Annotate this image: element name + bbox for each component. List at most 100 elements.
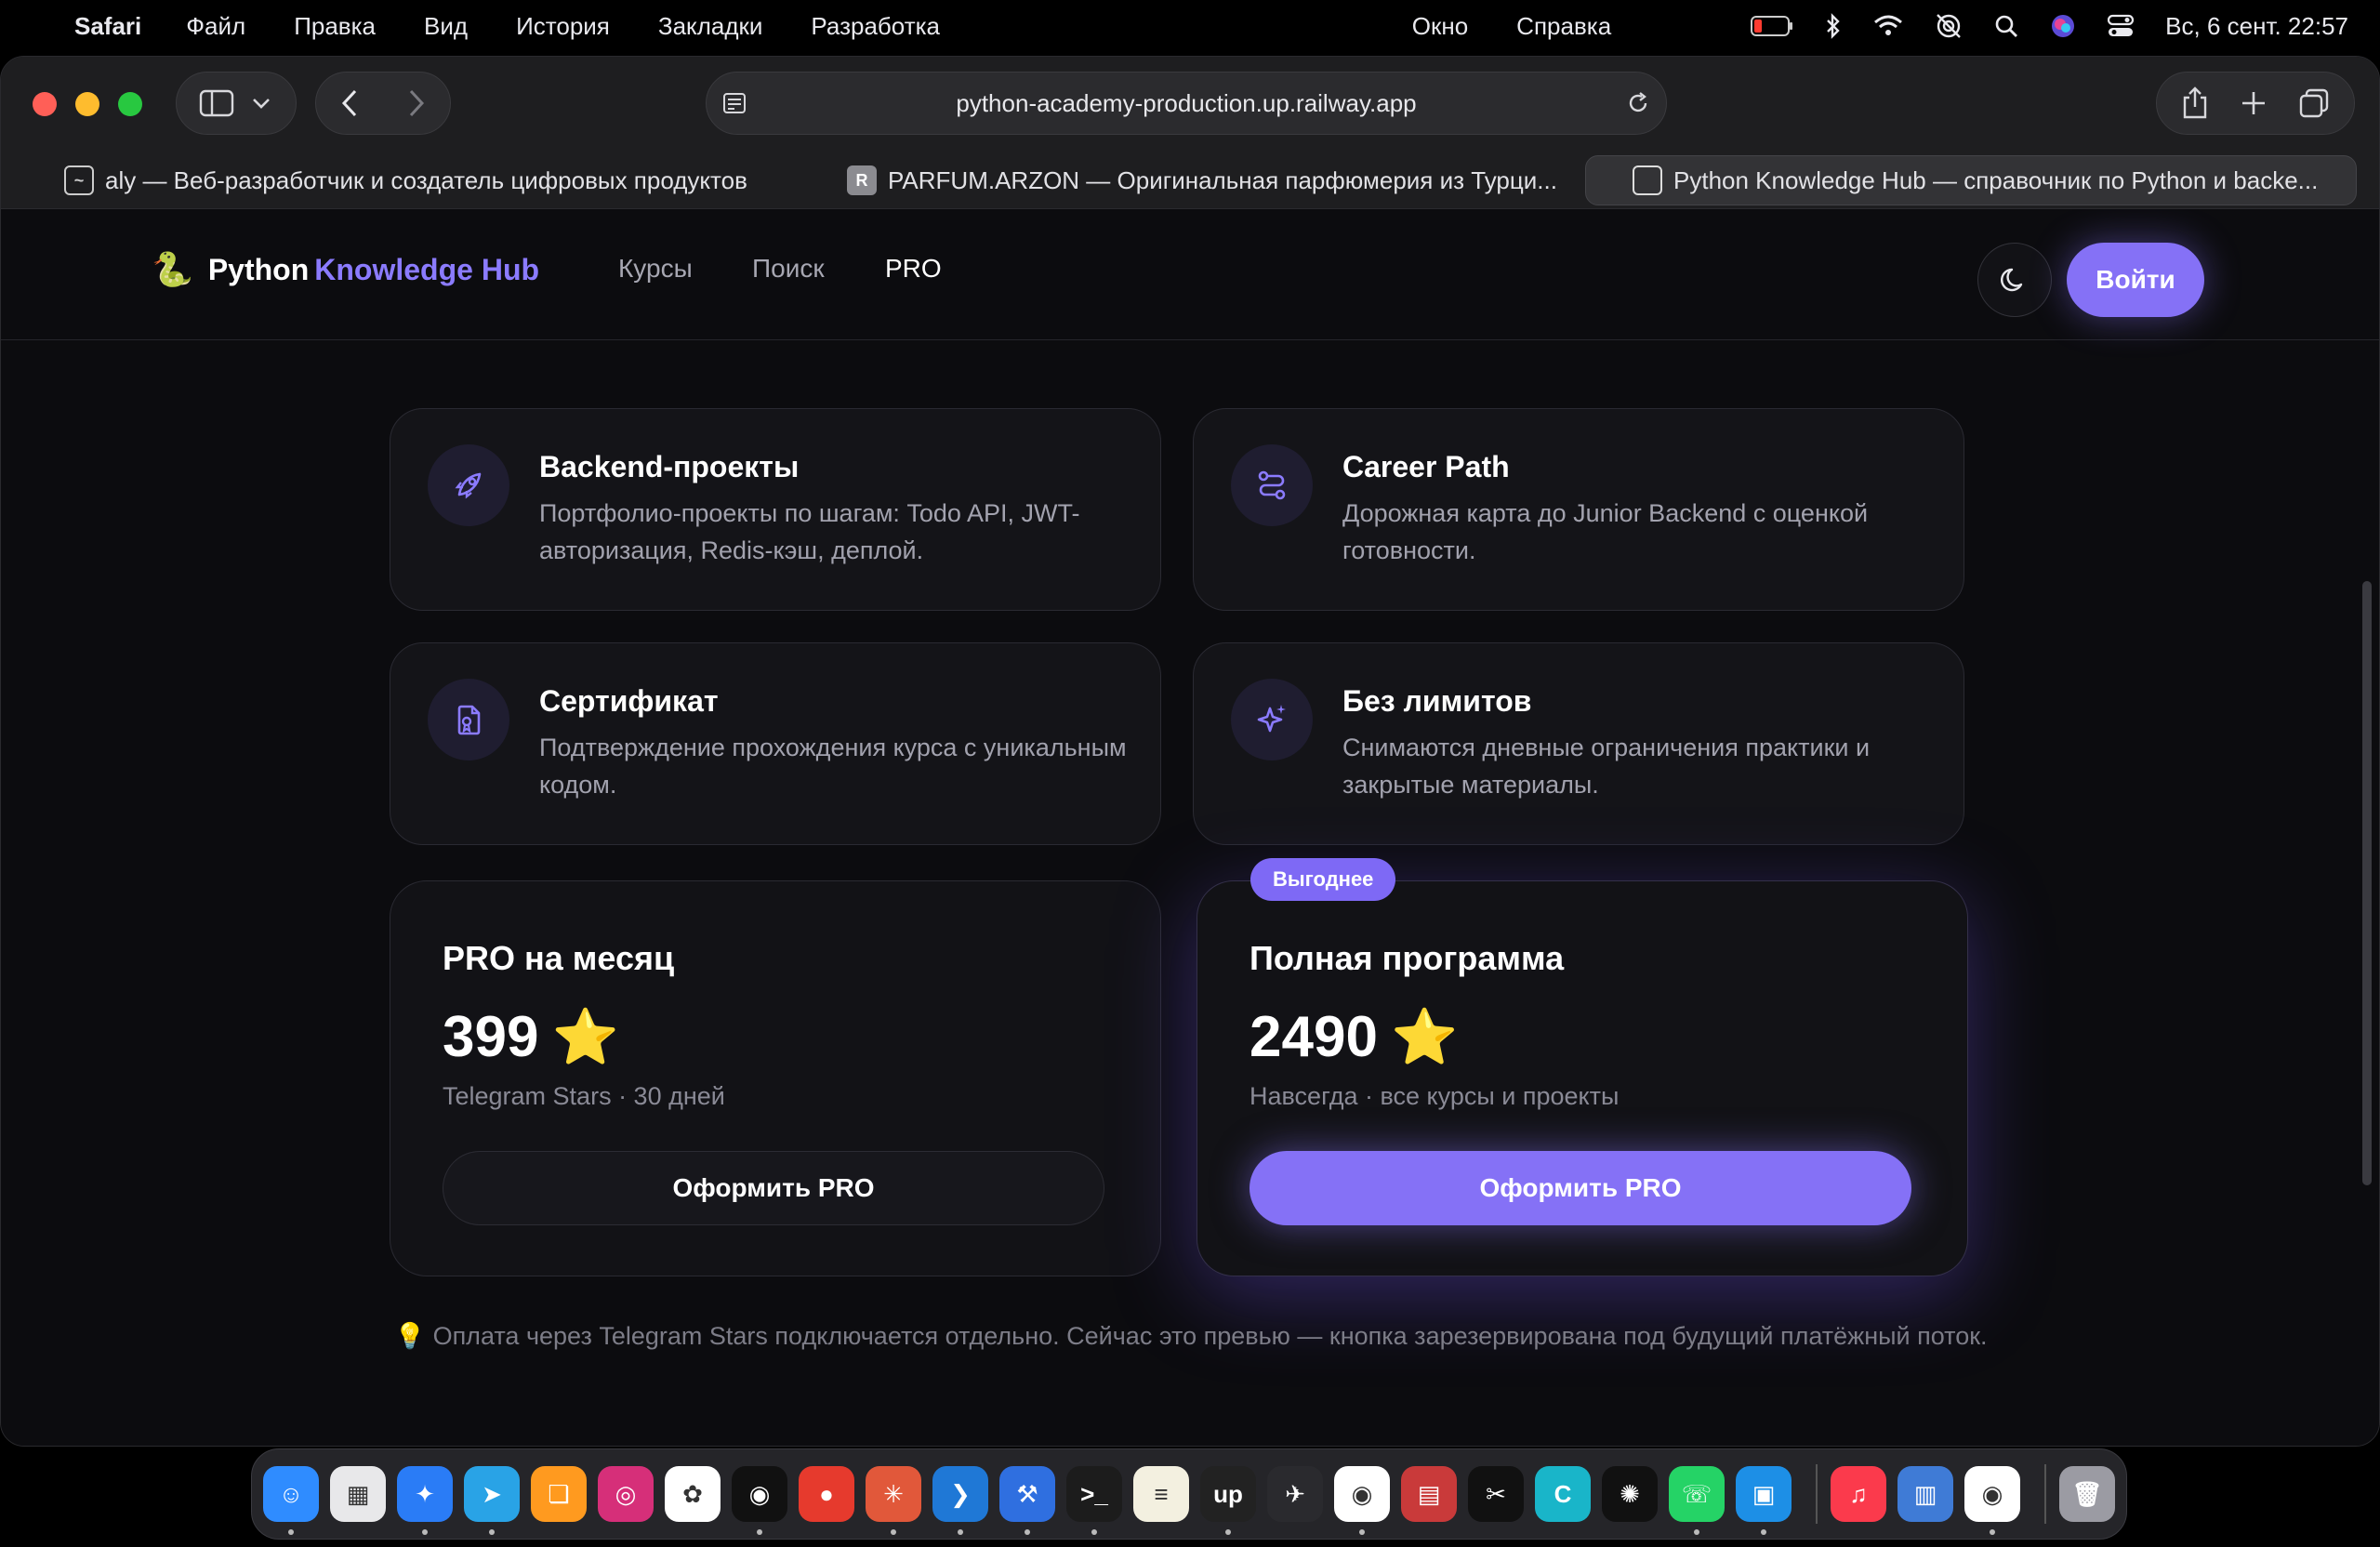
dock-spotify-icon[interactable]: ◉ — [732, 1466, 787, 1535]
dock-claude-icon[interactable]: ✳ — [866, 1466, 921, 1535]
dock-finder-icon[interactable]: ☺ — [263, 1466, 319, 1535]
dock-canva-icon[interactable]: C — [1535, 1466, 1591, 1522]
dock-photos-icon[interactable]: ✿ — [665, 1466, 721, 1522]
menu-app-name[interactable]: Safari — [74, 12, 141, 41]
login-button[interactable]: Войти — [2067, 243, 2204, 317]
menu-view[interactable]: Вид — [424, 12, 468, 41]
plan-title: Полная программа — [1250, 939, 1565, 977]
page-settings-icon[interactable] — [721, 90, 747, 116]
star-icon: ⭐ — [551, 1006, 619, 1067]
zoom-window-button[interactable] — [118, 92, 142, 116]
dock-books-icon[interactable]: ❏ — [531, 1466, 587, 1522]
wifi-icon[interactable] — [1873, 15, 1903, 37]
dock-app-bird-icon[interactable]: ✈ — [1267, 1466, 1323, 1522]
dock-app-red-icon[interactable]: ● — [799, 1466, 854, 1522]
dock-safari-icon[interactable]: ✦ — [397, 1466, 453, 1535]
dock-whatsapp-icon[interactable]: ☏ — [1669, 1466, 1725, 1535]
nav-courses[interactable]: Курсы — [618, 254, 693, 284]
running-indicator — [1025, 1529, 1030, 1535]
feature-card-unlimited: Без лимитов Снимаются дневные ограничени… — [1193, 642, 1964, 845]
new-tab-icon[interactable] — [2240, 89, 2268, 117]
running-indicator — [489, 1529, 495, 1535]
browser-toolbar: python-academy-production.up.railway.app — [1, 57, 2379, 150]
plan-card-full: Полная программа 2490 ⭐ Навсегда · все к… — [1197, 880, 1968, 1276]
dock-vscode-icon[interactable]: ❯ — [932, 1466, 988, 1535]
subscribe-pro-monthly-button[interactable]: Оформить PRO — [443, 1151, 1104, 1225]
dock-trash-icon[interactable]: 🗑 — [2059, 1466, 2115, 1522]
dock: ☺ ▦ ✦ ➤ ❏ ◎ ✿ ◉ ● ✳ ❯ ⚒ >_ ≡ up ✈ ◉ ▤ ✂ C ✺ ☏ ▣ ♫ ▥ ◉ 🗑 — [251, 1448, 2127, 1540]
dock-telegram-icon[interactable]: ➤ — [464, 1466, 520, 1535]
plan-subtitle: Навсегда · все курсы и проекты — [1250, 1082, 1620, 1110]
tab-bar: ~ aly — Веб-разработчик и создатель цифр… — [1, 150, 2379, 209]
sidebar-icon — [199, 89, 234, 117]
dock-chrome-2-icon[interactable]: ◉ — [1964, 1466, 2020, 1535]
running-indicator — [1694, 1529, 1699, 1535]
dock-xcode-icon[interactable]: ⚒ — [999, 1466, 1055, 1535]
tab-label: Python Knowledge Hub — справочник по Pyt… — [1673, 165, 2319, 194]
back-icon[interactable] — [337, 87, 364, 119]
nav-pro[interactable]: PRO — [885, 254, 942, 284]
feature-title: Без лимитов — [1342, 684, 1532, 718]
reload-icon[interactable] — [1625, 90, 1651, 116]
search-icon[interactable] — [1994, 14, 2018, 38]
battery-icon[interactable] — [1751, 16, 1793, 36]
dock-notes-icon[interactable]: ≡ — [1133, 1466, 1189, 1522]
running-indicator — [891, 1529, 896, 1535]
theme-toggle-button[interactable] — [1977, 243, 2052, 317]
running-indicator — [1091, 1529, 1097, 1535]
share-icon[interactable] — [2181, 86, 2209, 120]
chevron-down-icon — [253, 99, 270, 109]
menu-develop[interactable]: Разработка — [811, 12, 940, 41]
dock-instagram-icon[interactable]: ◎ — [598, 1466, 654, 1522]
running-indicator — [1761, 1529, 1766, 1535]
dock-music-icon[interactable]: ♫ — [1831, 1466, 1886, 1522]
tab-overview-icon[interactable] — [2298, 87, 2330, 119]
dock-chatgpt-icon[interactable]: ✺ — [1602, 1466, 1658, 1522]
plan-price: 399 ⭐ — [443, 1004, 619, 1070]
close-window-button[interactable] — [33, 92, 57, 116]
menu-file[interactable]: Файл — [186, 12, 245, 41]
menu-edit[interactable]: Правка — [294, 12, 376, 41]
tab-label: aly — Веб-разработчик и создатель цифров… — [105, 165, 747, 194]
dock-launchpad-icon[interactable]: ▦ — [330, 1466, 386, 1522]
dock-docker-icon[interactable]: ▣ — [1736, 1466, 1792, 1535]
url-text: python-academy-production.up.railway.app — [956, 88, 1417, 117]
dock-chrome-icon[interactable]: ◉ — [1334, 1466, 1390, 1535]
running-indicator — [757, 1529, 762, 1535]
tab-parfum[interactable]: R PARFUM.ARZON — Оригинальная парфюмерия… — [834, 155, 1578, 205]
feature-desc: Подтверждение прохождения курса с уникал… — [539, 734, 1127, 799]
dock-app-archive-icon[interactable]: ▤ — [1401, 1466, 1457, 1522]
siri-icon[interactable] — [2050, 13, 2076, 39]
browser-window: python-academy-production.up.railway.app… — [0, 56, 2380, 1447]
nav-search[interactable]: Поиск — [752, 254, 825, 284]
subscribe-pro-full-button[interactable]: Оформить PRO — [1250, 1151, 1911, 1225]
page-scrollbar[interactable] — [2362, 581, 2372, 1185]
minimize-window-button[interactable] — [75, 92, 99, 116]
clock-datetime[interactable]: Вс, 6 сент. 22:57 — [2165, 12, 2348, 41]
site-header: 🐍 Python Knowledge Hub Курсы Поиск PRO В… — [1, 209, 2379, 340]
address-bar[interactable]: python-academy-production.up.railway.app — [706, 72, 1667, 135]
sparkles-icon — [1231, 679, 1313, 760]
menu-history[interactable]: История — [516, 12, 610, 41]
dock-terminal-icon[interactable]: >_ — [1066, 1466, 1122, 1535]
sidebar-toggle-button[interactable] — [176, 72, 297, 135]
bluetooth-icon[interactable] — [1825, 13, 1842, 39]
dock-capcut-icon[interactable]: ✂ — [1468, 1466, 1524, 1522]
tab-aly[interactable]: ~ aly — Веб-разработчик и создатель цифр… — [51, 155, 800, 205]
dock-separator — [1816, 1464, 1818, 1524]
dock-upwork-icon[interactable]: up — [1200, 1466, 1256, 1535]
plan-price-value: 2490 — [1250, 1005, 1378, 1069]
menu-bookmarks[interactable]: Закладки — [658, 12, 763, 41]
tab-python-hub[interactable]: Python Knowledge Hub — справочник по Pyt… — [1585, 155, 2357, 205]
site-logo[interactable]: 🐍 Python Knowledge Hub — [152, 250, 539, 289]
dock-app-storage-icon[interactable]: ▥ — [1897, 1466, 1953, 1522]
forward-icon[interactable] — [402, 87, 430, 119]
airdrop-off-icon[interactable] — [1935, 12, 1963, 40]
menu-help[interactable]: Справка — [1516, 12, 1611, 41]
feature-title: Backend-проекты — [539, 450, 800, 483]
control-center-icon[interactable] — [2108, 14, 2135, 38]
feature-title: Career Path — [1342, 450, 1510, 483]
running-indicator — [288, 1529, 294, 1535]
web-page: 🐍 Python Knowledge Hub Курсы Поиск PRO В… — [1, 209, 2379, 1446]
menu-window[interactable]: Окно — [1412, 12, 1468, 41]
